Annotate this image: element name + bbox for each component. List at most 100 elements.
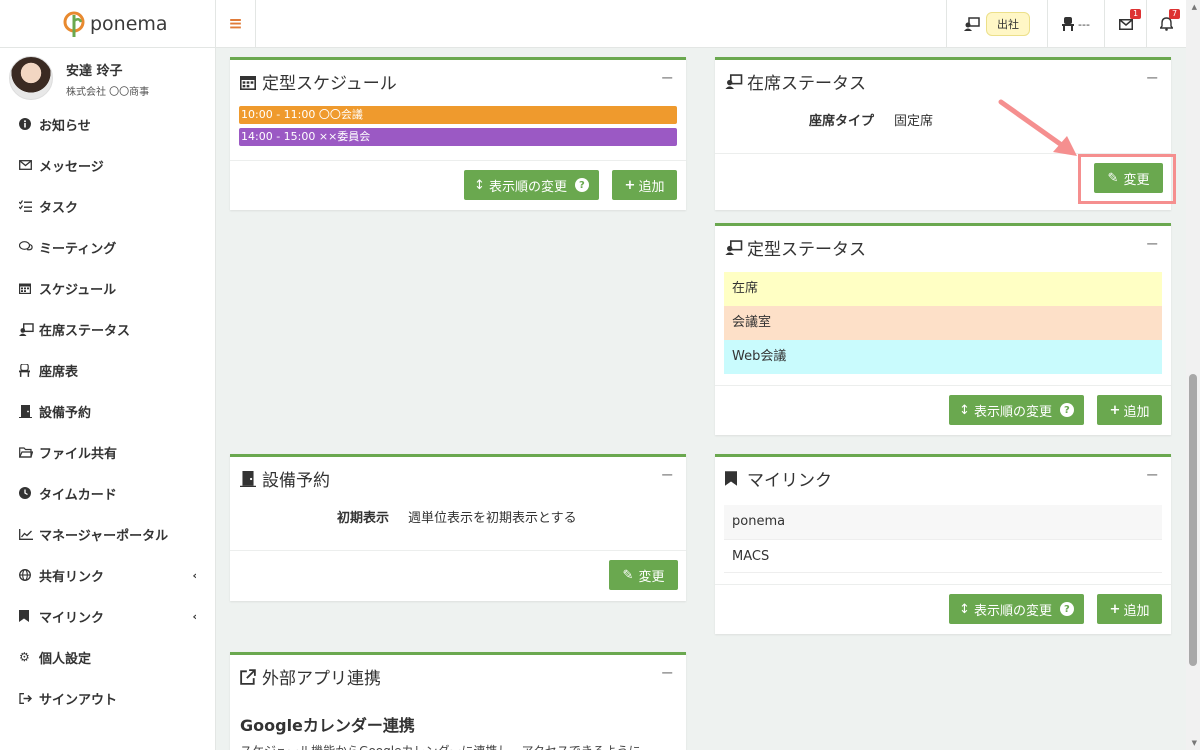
user-profile[interactable]: 安達 玲子 株式会社 〇〇商事 xyxy=(0,48,215,104)
notifications-button[interactable]: 7 xyxy=(1146,0,1186,48)
presence-status-button[interactable]: 出社 xyxy=(946,0,1047,48)
presence-icon xyxy=(725,240,747,255)
presence-icon xyxy=(19,322,39,336)
messages-button[interactable]: 1 xyxy=(1104,0,1146,48)
schedule-event-1[interactable]: 10:00 - 11:00 〇〇会議 xyxy=(239,106,677,124)
plus-icon: + xyxy=(624,177,636,193)
sidebar-item-label: 座席表 xyxy=(39,364,79,380)
seat-type-value: 固定席 xyxy=(894,114,934,129)
signout-icon xyxy=(19,692,39,704)
sidebar-item-settings[interactable]: ⚙ 個人設定 xyxy=(0,642,215,672)
sidebar-item-shared-links[interactable]: 共有リンク ‹ xyxy=(0,560,215,590)
collapse-button[interactable]: − xyxy=(661,465,674,484)
scroll-thumb[interactable] xyxy=(1189,374,1197,666)
add-button[interactable]: + 追加 xyxy=(612,170,677,200)
google-calendar-description: スケジュール機能からGoogleカレンダーに連携し、アクセスできるように xyxy=(240,742,641,750)
logo[interactable]: ponema xyxy=(0,0,216,48)
external-app-card: 外部アプリ連携 − Googleカレンダー連携 スケジュール機能からGoogle… xyxy=(230,652,686,750)
sidebar-item-presence[interactable]: 在席ステータス xyxy=(0,314,215,344)
envelope-icon xyxy=(1118,18,1133,30)
help-icon[interactable]: ? xyxy=(1059,403,1074,417)
seat-value: --- xyxy=(1078,17,1090,31)
sidebar-item-tasks[interactable]: タスク xyxy=(0,191,215,221)
sidebar-item-mylinks[interactable]: マイリンク ‹ xyxy=(0,601,215,631)
reorder-button[interactable]: ↕ 表示順の変更 ? xyxy=(949,395,1084,425)
event-label: 14:00 - 15:00 ××委員会 xyxy=(241,130,371,143)
reorder-button[interactable]: ↕ 表示順の変更 ? xyxy=(949,594,1084,624)
sidebar-item-messages[interactable]: メッセージ xyxy=(0,150,215,180)
sidebar-item-label: スケジュール xyxy=(39,282,117,298)
button-label: 追加 xyxy=(1123,603,1150,619)
chat-icon xyxy=(19,241,39,253)
status-item[interactable]: Web会議 xyxy=(724,340,1162,374)
app-name: ponema xyxy=(90,13,168,35)
collapse-button[interactable]: − xyxy=(661,663,674,682)
sidebar-item-facility[interactable]: 設備予約 xyxy=(0,396,215,426)
sidebar-item-label: 共有リンク xyxy=(39,569,105,585)
collapse-button[interactable]: − xyxy=(1146,68,1159,87)
sidebar-item-seating[interactable]: 座席表 xyxy=(0,355,215,385)
sort-icon: ↕ xyxy=(959,601,970,617)
schedule-event-2[interactable]: 14:00 - 15:00 ××委員会 xyxy=(239,128,677,146)
sidebar-item-notices[interactable]: お知らせ xyxy=(0,109,215,139)
button-label: 変更 xyxy=(638,569,665,585)
clock-icon xyxy=(19,487,39,499)
sidebar-item-label: メッセージ xyxy=(39,159,104,175)
sidebar-item-label: マイリンク xyxy=(39,610,105,626)
sidebar-item-schedule[interactable]: スケジュール xyxy=(0,273,215,303)
add-button[interactable]: + 追加 xyxy=(1097,395,1162,425)
add-button[interactable]: + 追加 xyxy=(1097,594,1162,624)
card-title-text: 設備予約 xyxy=(262,471,330,491)
card-title-text: 定型スケジュール xyxy=(262,74,397,94)
regular-schedule-card: 定型スケジュール − 10:00 - 11:00 〇〇会議 14:00 - 15… xyxy=(230,57,686,210)
mylink-card: マイリンク − ponema MACS ↕ 表示順の変更 ? + 追加 xyxy=(715,454,1171,634)
card-title: 定型スケジュール xyxy=(240,69,397,94)
change-button[interactable]: ✎ 変更 xyxy=(609,560,678,590)
sidebar-item-signout[interactable]: サインアウト xyxy=(0,683,215,713)
ponema-logo-icon xyxy=(63,11,85,37)
annotation-arrow-icon xyxy=(998,99,1077,156)
status-item[interactable]: 会議室 xyxy=(724,306,1162,340)
button-label: 追加 xyxy=(638,179,665,195)
card-title-text: 外部アプリ連携 xyxy=(262,669,381,689)
scroll-down-arrow-icon[interactable]: ▼ xyxy=(1192,739,1197,747)
sort-icon: ↕ xyxy=(474,177,485,193)
sidebar: 安達 玲子 株式会社 〇〇商事 お知らせ メッセージ タスク ミーティング スケ… xyxy=(0,48,216,750)
card-title: 在席ステータス xyxy=(725,69,866,94)
card-footer: ↕ 表示順の変更 ? + 追加 xyxy=(715,385,1171,435)
status-item[interactable]: 在席 xyxy=(724,272,1162,306)
event-label: 10:00 - 11:00 〇〇会議 xyxy=(241,108,363,121)
mylink-item[interactable]: ponema xyxy=(724,505,1162,539)
collapse-button[interactable]: − xyxy=(661,68,674,87)
external-link-icon xyxy=(240,668,262,685)
collapse-button[interactable]: − xyxy=(1146,234,1159,253)
sidebar-item-meetings[interactable]: ミーティング xyxy=(0,232,215,262)
reorder-button[interactable]: ↕ 表示順の変更 ? xyxy=(464,170,599,200)
sort-icon: ↕ xyxy=(959,402,970,418)
sidebar-item-label: タイムカード xyxy=(39,487,117,503)
plus-icon: + xyxy=(1109,601,1121,617)
mylink-item[interactable]: MACS xyxy=(724,539,1162,573)
button-label: 表示順の変更 xyxy=(973,603,1052,619)
chevron-left-icon: ‹ xyxy=(192,609,197,623)
sidebar-item-label: タスク xyxy=(39,200,79,216)
hamburger-icon: ≡ xyxy=(228,14,243,34)
card-title: 定型ステータス xyxy=(725,235,866,260)
seat-button[interactable]: --- xyxy=(1047,0,1104,48)
bookmark-icon xyxy=(19,610,39,622)
info-icon xyxy=(19,118,39,130)
help-icon[interactable]: ? xyxy=(1059,602,1074,616)
sidebar-item-files[interactable]: ファイル共有 xyxy=(0,437,215,467)
sidebar-item-timecard[interactable]: タイムカード xyxy=(0,478,215,508)
scroll-up-arrow-icon[interactable]: ▲ xyxy=(1192,3,1197,11)
page-scrollbar[interactable]: ▲ ▼ xyxy=(1186,0,1200,750)
link-label: MACS xyxy=(732,549,770,564)
status-badge: 出社 xyxy=(986,12,1030,36)
collapse-button[interactable]: − xyxy=(1146,465,1159,484)
help-icon[interactable]: ? xyxy=(574,178,589,192)
top-bar: ponema ≡ 出社 --- 1 7 xyxy=(0,0,1200,48)
tasks-icon xyxy=(19,200,39,212)
presence-icon xyxy=(964,17,980,31)
sidebar-item-manager-portal[interactable]: マネージャーポータル xyxy=(0,519,215,549)
menu-toggle-button[interactable]: ≡ xyxy=(216,0,256,48)
